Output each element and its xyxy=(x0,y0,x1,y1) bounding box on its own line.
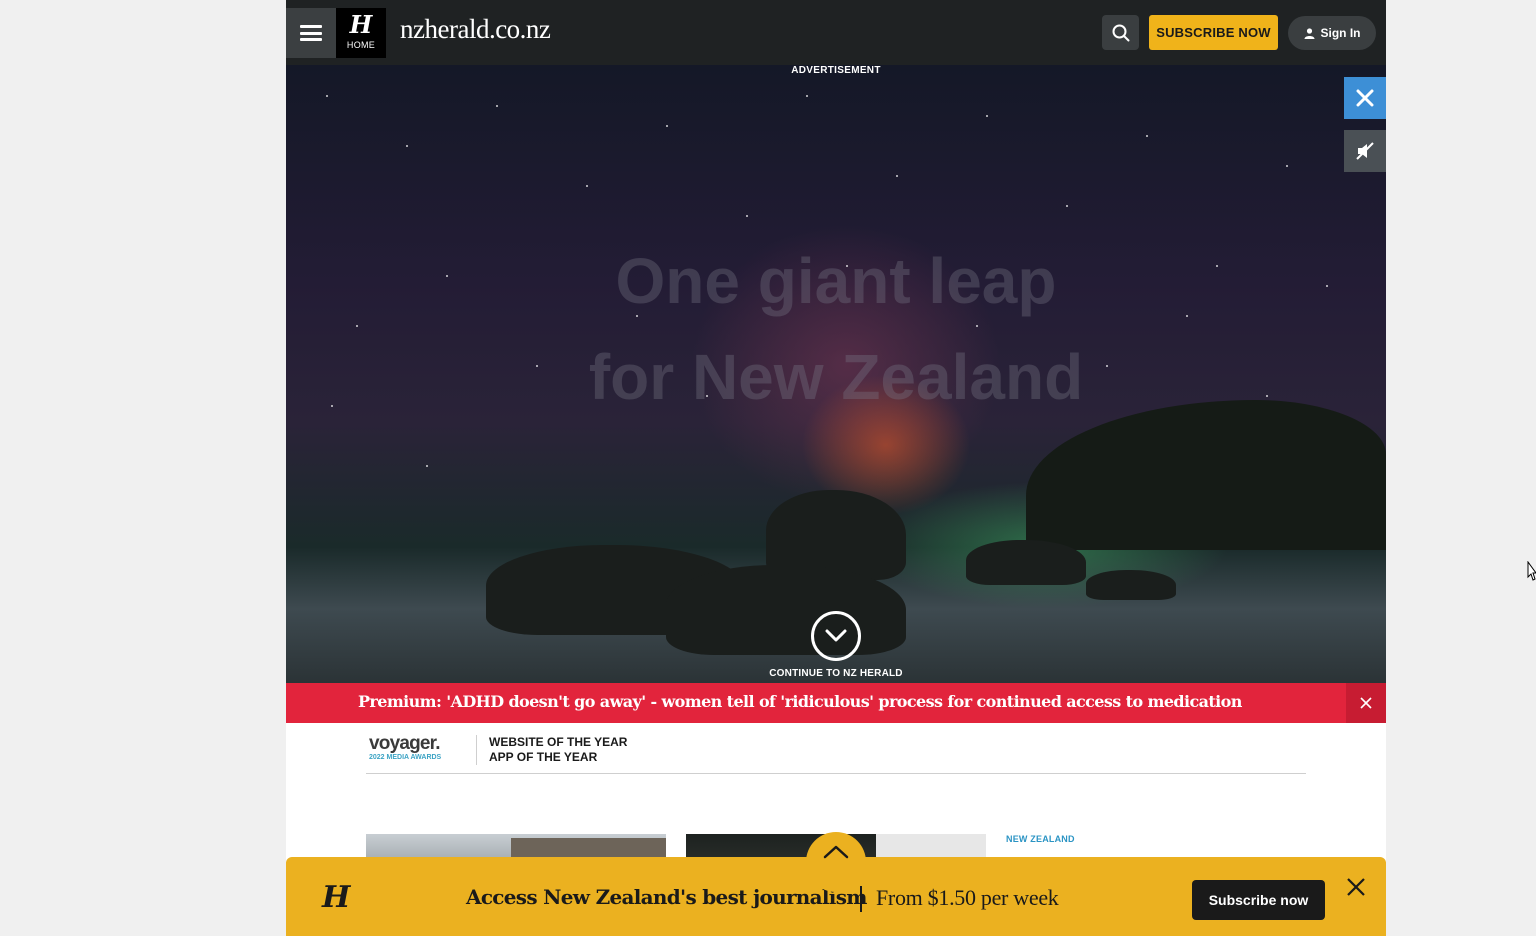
herald-logo-icon: H xyxy=(322,880,351,915)
award-app: APP OF THE YEAR xyxy=(489,750,598,764)
awards-divider xyxy=(476,735,477,765)
continue-to-site[interactable]: CONTINUE TO NZ HERALD xyxy=(286,611,1386,679)
breaking-news-close-button[interactable] xyxy=(1346,683,1386,723)
ad-headline-line2: for New Zealand xyxy=(588,341,1084,413)
chevron-up-icon xyxy=(823,845,849,859)
hamburger-menu-icon xyxy=(300,25,322,41)
voyager-brand: voyager. xyxy=(369,733,441,754)
herald-logo-icon: H xyxy=(349,10,373,39)
award-website: WEBSITE OF THE YEAR xyxy=(489,735,628,749)
breaking-news-link[interactable]: Premium: 'ADHD doesn't go away' - women … xyxy=(358,683,1242,723)
advertisement-takeover[interactable]: ADVERTISEMENT One giant leap for New Zea… xyxy=(286,65,1386,683)
close-icon xyxy=(1360,697,1372,709)
ad-headline: One giant leap for New Zealand xyxy=(286,233,1386,425)
speaker-muted-icon xyxy=(1356,142,1374,160)
chevron-down-circle-icon xyxy=(811,611,861,661)
search-icon xyxy=(1112,24,1129,41)
page: H HOME nzherald.co.nz SUBSCRIBE NOW Sign… xyxy=(286,0,1386,936)
section-tag[interactable]: NEW ZEALAND xyxy=(1006,834,1075,844)
ad-rock xyxy=(1086,570,1176,600)
ad-close-button[interactable] xyxy=(1344,77,1386,119)
continue-label: CONTINUE TO NZ HERALD xyxy=(769,668,903,679)
sign-in-label: Sign In xyxy=(1320,26,1361,40)
advertisement-label: ADVERTISEMENT xyxy=(791,65,881,76)
close-icon xyxy=(1356,89,1374,107)
ad-rock xyxy=(966,540,1086,585)
home-label: HOME xyxy=(346,40,376,50)
awards-list: WEBSITE OF THE YEAR APP OF THE YEAR xyxy=(489,735,627,765)
scroll-to-top-button[interactable] xyxy=(806,832,866,892)
breaking-news-bar: Premium: 'ADHD doesn't go away' - women … xyxy=(286,683,1386,723)
person-icon xyxy=(1304,27,1314,39)
subscribe-banner-price: From $1.50 per week xyxy=(876,885,1059,910)
menu-button[interactable] xyxy=(286,8,336,58)
sign-in-button[interactable]: Sign In xyxy=(1288,16,1376,50)
ad-mute-button[interactable] xyxy=(1344,130,1386,172)
home-logo-button[interactable]: H HOME xyxy=(336,8,386,58)
search-button[interactable] xyxy=(1102,15,1139,50)
site-name[interactable]: nzherald.co.nz xyxy=(400,14,551,45)
subscribe-banner-headline: Access New Zealand's best journalism xyxy=(466,885,867,909)
subscribe-now-banner-button[interactable]: Subscribe now xyxy=(1192,880,1325,920)
subscribe-now-button[interactable]: SUBSCRIBE NOW xyxy=(1149,15,1278,50)
voyager-subtitle: 2022 MEDIA AWARDS xyxy=(369,754,442,761)
awards-strip: voyager. 2022 MEDIA AWARDS WEBSITE OF TH… xyxy=(366,723,1306,774)
subscribe-banner-close-button[interactable] xyxy=(1342,873,1370,901)
subscribe-banner-divider xyxy=(860,886,862,912)
mouse-cursor-icon xyxy=(1527,561,1536,581)
ad-headline-line1: One giant leap xyxy=(615,245,1057,317)
voyager-awards-logo: voyager. 2022 MEDIA AWARDS xyxy=(369,733,441,761)
close-icon xyxy=(1347,878,1365,896)
site-header: H HOME nzherald.co.nz SUBSCRIBE NOW Sign… xyxy=(286,0,1386,65)
